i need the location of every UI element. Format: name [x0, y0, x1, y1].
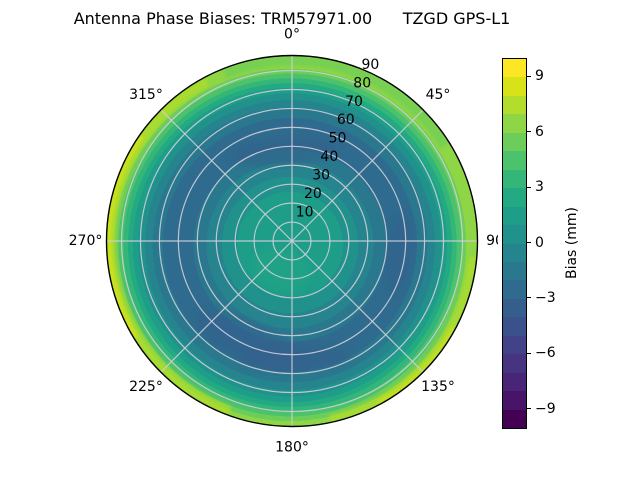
- theta-tick-label: 315°: [129, 87, 163, 103]
- figure: Antenna Phase Biases: TRM57971.00 TZGD G…: [0, 0, 640, 480]
- colorbar-band: [503, 225, 526, 244]
- theta-tick-label: 135°: [421, 379, 455, 395]
- radial-tick-label: 20: [304, 186, 322, 202]
- colorbar: 9 6 3 0 −3 −6 −9 Bias (mm): [498, 55, 640, 435]
- colorbar-band: [503, 95, 526, 115]
- colorbar-band: [503, 59, 526, 78]
- colorbar-band: [503, 372, 526, 392]
- colorbar-band: [503, 261, 526, 281]
- colorbar-band: [503, 409, 526, 429]
- colorbar-tick: [527, 75, 531, 77]
- radial-tick-label: 40: [320, 149, 338, 165]
- colorbar-tick: [527, 131, 531, 133]
- colorbar-gradient: [502, 58, 527, 429]
- radial-tick-label: 50: [329, 131, 347, 147]
- colorbar-tick-label: 3: [535, 179, 544, 196]
- colorbar-band: [503, 354, 526, 373]
- radial-tick-label: 10: [296, 204, 314, 220]
- colorbar-band: [503, 151, 526, 170]
- colorbar-tick-label: 9: [535, 68, 544, 85]
- colorbar-tick-label: −9: [535, 400, 556, 417]
- radial-tick-label: 80: [353, 75, 371, 91]
- colorbar-band: [503, 132, 526, 152]
- colorbar-tick-label: −6: [535, 345, 556, 362]
- radial-tick-label: 90: [362, 57, 380, 73]
- colorbar-tick-label: 0: [535, 234, 544, 251]
- colorbar-tick-label: 6: [535, 123, 544, 140]
- colorbar-band: [503, 77, 526, 96]
- colorbar-tick: [527, 352, 531, 354]
- colorbar-band: [503, 280, 526, 299]
- colorbar-band: [503, 169, 526, 189]
- colorbar-tick: [527, 186, 531, 188]
- colorbar-tick: [527, 408, 531, 410]
- colorbar-band: [503, 335, 526, 355]
- theta-tick-label: 0°: [284, 27, 300, 43]
- theta-tick-label: 45°: [426, 87, 451, 103]
- colorbar-tick: [527, 297, 531, 299]
- colorbar-band: [503, 298, 526, 318]
- theta-tick-label: 180°: [275, 440, 309, 456]
- colorbar-band: [503, 114, 526, 133]
- colorbar-band: [503, 188, 526, 207]
- theta-tick-label: 225°: [129, 379, 163, 395]
- colorbar-axis-label: Bias (mm): [564, 206, 580, 280]
- colorbar-band: [503, 391, 526, 410]
- radial-tick-label: 70: [345, 94, 363, 110]
- radial-tick-label: 60: [337, 112, 355, 128]
- radial-tick-label: 30: [312, 168, 330, 184]
- colorbar-band: [503, 206, 526, 226]
- colorbar-band: [503, 243, 526, 262]
- theta-tick-label: 270°: [69, 233, 103, 249]
- colorbar-tick: [527, 242, 531, 243]
- colorbar-tick-label: −3: [535, 289, 556, 306]
- colorbar-band: [503, 317, 526, 336]
